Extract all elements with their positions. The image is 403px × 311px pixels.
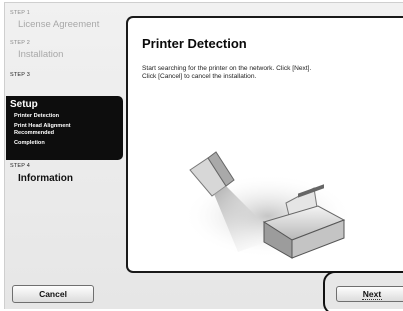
- current-step-panel: Setup Printer Detection Print Head Align…: [6, 96, 123, 160]
- next-label: Next: [361, 288, 383, 300]
- content-panel: Printer Detection Start searching for th…: [126, 16, 403, 273]
- step3-title: Setup: [10, 99, 38, 110]
- step1-tag: STEP 1: [10, 10, 31, 16]
- next-button[interactable]: Next: [336, 286, 403, 302]
- step-sidebar: STEP 1 License Agreement STEP 2 Installa…: [6, 4, 123, 276]
- instruction-text: Start searching for the printer on the n…: [142, 65, 397, 82]
- step2-title: Installation: [18, 49, 64, 60]
- step1-title: License Agreement: [18, 19, 100, 30]
- instruction-line-1: Start searching for the printer on the n…: [142, 65, 312, 72]
- instruction-line-2: Click [Cancel] to cancel the installatio…: [142, 73, 257, 81]
- printer-detection-illustration: [183, 151, 353, 259]
- substep-printer-detection: Printer Detection: [14, 113, 60, 119]
- substep-recommended: Recommended: [14, 130, 55, 136]
- cancel-button[interactable]: Cancel: [12, 285, 94, 303]
- substep-completion: Completion: [14, 140, 45, 146]
- step4-title: Information: [18, 173, 73, 184]
- cancel-label: Cancel: [39, 289, 67, 299]
- step3-tag: STEP 3: [10, 72, 31, 78]
- substep-print-head-alignment: Print Head Alignment: [14, 123, 71, 129]
- step2-tag: STEP 2: [10, 40, 31, 46]
- page-title: Printer Detection: [142, 36, 247, 51]
- step4-tag: STEP 4: [10, 163, 31, 169]
